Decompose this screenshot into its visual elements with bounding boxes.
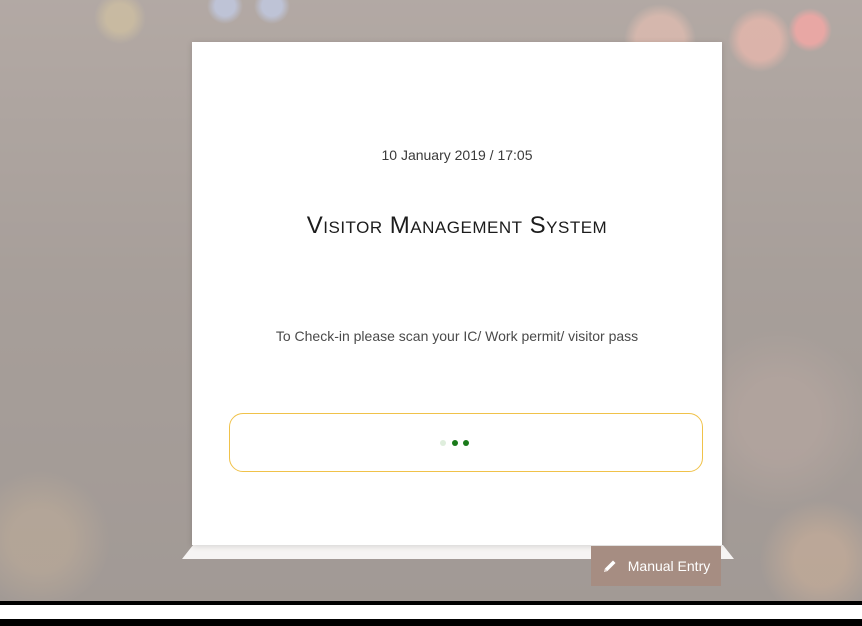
loading-dot [452, 440, 458, 446]
manual-entry-label: Manual Entry [627, 558, 711, 574]
bottom-divider-lower [0, 619, 862, 626]
loading-indicator [440, 440, 490, 448]
bottom-divider [0, 601, 862, 605]
page-title: Visitor Management System [306, 212, 608, 239]
checkin-card: 10 January 2019 / 17:05 Visitor Manageme… [192, 42, 722, 545]
loading-dot [440, 440, 446, 446]
manual-entry-button[interactable]: Manual Entry [591, 546, 721, 586]
scan-input-field[interactable] [229, 413, 703, 472]
loading-dot [463, 440, 469, 446]
datetime-label: 10 January 2019 / 17:05 [381, 147, 533, 163]
pencil-icon [602, 558, 618, 574]
instruction-text: To Check-in please scan your IC/ Work pe… [275, 328, 639, 344]
kiosk-screen: 10 January 2019 / 17:05 Visitor Manageme… [0, 0, 862, 626]
